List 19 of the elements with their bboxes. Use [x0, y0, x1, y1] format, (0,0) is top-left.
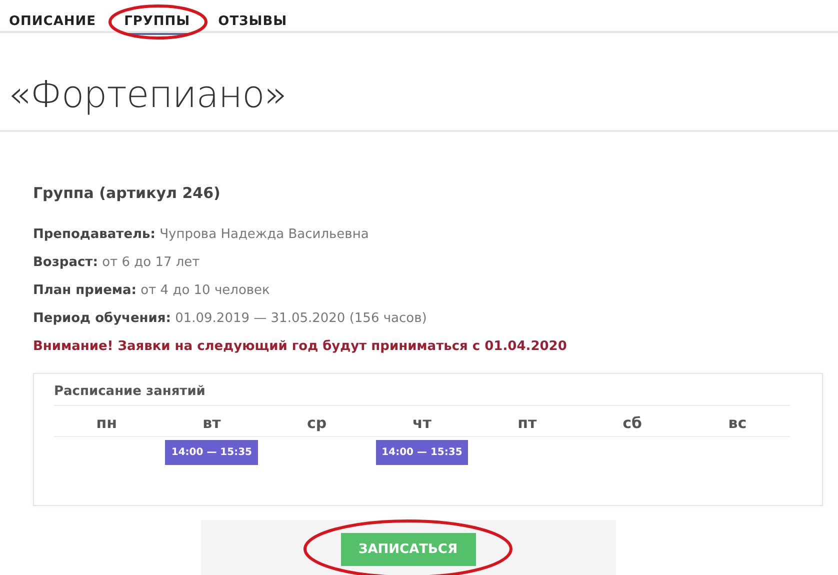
weekday-header: сб: [580, 406, 685, 437]
group-title: Группа (артикул 246): [33, 184, 222, 202]
page-title: «Фортепиано»: [0, 33, 838, 132]
lesson-slot: 14:00 — 15:35: [376, 440, 468, 465]
detail-line: Преподаватель: Чупрова Надежда Васильевна: [33, 226, 370, 244]
weekday-header: вт: [159, 406, 264, 437]
detail-line: Возраст: от 6 до 17 лет: [33, 254, 201, 272]
detail-line: Период обучения: 01.09.2019 — 31.05.2020 (156 часов): [33, 310, 428, 328]
weekday-header: ср: [264, 406, 370, 437]
tab[interactable]: ОПИСАНИЕ: [9, 14, 96, 35]
weekday-header: вс: [684, 406, 790, 437]
detail-line: План приема: от 4 до 10 человек: [33, 282, 271, 300]
notice-text: Внимание! Заявки на следующий год будут приниматься с 01.04.2020: [33, 338, 568, 356]
weekday-header: пн: [54, 406, 160, 437]
weekday-header: чт: [369, 406, 475, 437]
tab[interactable]: ОТЗЫВЫ: [218, 14, 288, 35]
weekday-header: пт: [474, 406, 580, 437]
lesson-slot: 14:00 — 15:35: [165, 440, 258, 465]
schedule-title: Расписание занятий: [54, 384, 790, 406]
